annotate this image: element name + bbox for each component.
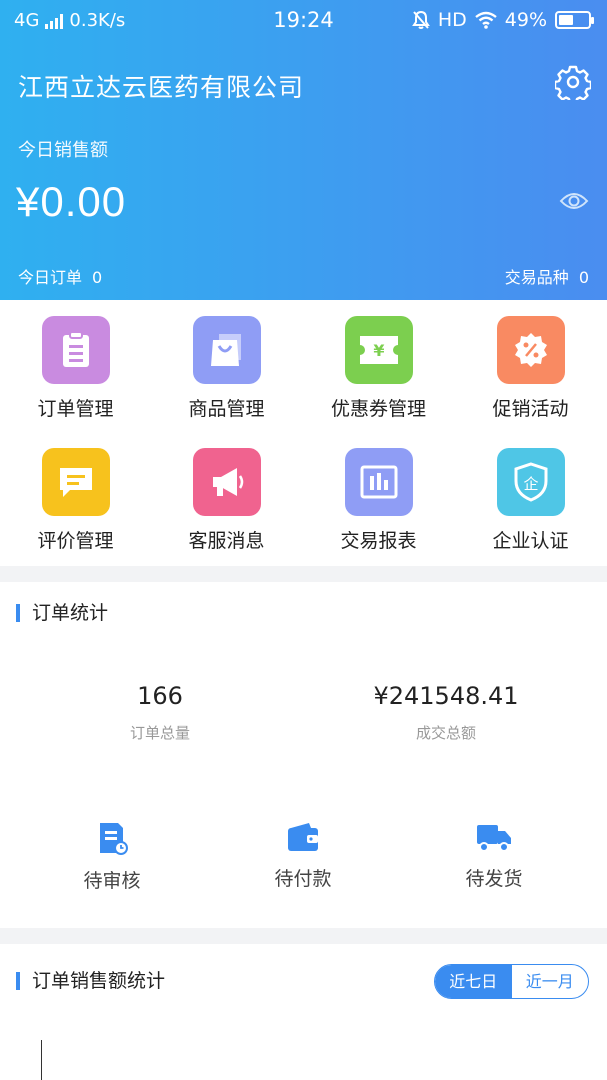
comment-icon [41,448,110,516]
pending-payment[interactable]: 待付款 [223,820,383,891]
company-name: 江西立达云医药有限公司 [18,73,305,102]
wifi-icon [475,11,497,29]
pending-shipment[interactable]: 待发货 [414,820,574,891]
total-amount: ¥241548.41 成交总额 [321,682,571,743]
menu-label: 企业认证 [492,530,569,552]
megaphone-icon [192,448,261,516]
total-orders-label: 订单总量 [129,724,190,742]
report-chart-icon [344,448,413,516]
total-orders: 166 订单总量 [35,682,285,743]
order-stats-title: 订单统计 [16,604,108,623]
today-orders-label: 今日订单 [18,268,83,287]
menu-label: 商品管理 [188,398,265,420]
menu-promotions[interactable]: 促销活动 [455,316,606,421]
menu-product-management[interactable]: 商品管理 [151,316,302,421]
sales-stats-card: 订单销售额统计 近七日 近一月 [0,944,607,1080]
menu-label: 优惠券管理 [330,398,426,420]
pending-review-label: 待审核 [83,870,141,892]
status-bar: 4G 0.3K/s 19:24 HD 49% [0,0,607,42]
svg-text:企: 企 [523,475,538,493]
menu-label: 客服消息 [188,530,265,552]
menu-label: 交易报表 [340,530,417,552]
function-grid: 订单管理 商品管理 ¥ 优惠券管理 促销活动 评价管理 客服消息 交易报表 企 … [0,300,607,566]
today-orders-value: 0 [92,268,103,287]
total-orders-value: 166 [137,682,183,710]
shopping-bag-icon [192,316,261,384]
trade-kinds: 交易品种 0 [505,264,589,288]
battery-icon [555,11,594,29]
pending-review[interactable]: 待审核 [32,820,192,893]
header-banner: 4G 0.3K/s 19:24 HD 49% 江西立达云医药有限公司 今日销售额… [0,0,607,300]
today-sales-value: ¥0.00 [16,178,127,225]
status-right: HD 49% [411,9,594,31]
menu-coupon-management[interactable]: ¥ 优惠券管理 [303,316,454,421]
menu-customer-service[interactable]: 客服消息 [151,448,302,553]
total-amount-label: 成交总额 [415,724,476,742]
tab-last-month[interactable]: 近一月 [512,965,589,998]
coupon-icon: ¥ [344,316,413,384]
clipboard-icon [41,316,110,384]
menu-label: 评价管理 [37,530,114,552]
mute-bell-icon [411,10,430,29]
today-orders: 今日订单 0 [18,264,102,288]
sales-stats-title: 订单销售额统计 [16,972,165,991]
menu-order-management[interactable]: 订单管理 [0,316,151,421]
hd-label: HD [437,9,467,31]
eye-icon[interactable] [559,190,589,212]
gear-icon[interactable] [555,64,591,100]
shield-certified-icon: 企 [496,448,565,516]
trade-kinds-label: 交易品种 [504,268,569,287]
pending-shipment-label: 待发货 [465,868,523,890]
today-sales-label: 今日销售额 [18,140,108,161]
chart-axis-line [41,1040,42,1080]
pending-payment-label: 待付款 [274,868,332,890]
menu-label: 订单管理 [37,398,114,420]
period-toggle: 近七日 近一月 [434,964,589,999]
menu-trade-report[interactable]: 交易报表 [303,448,454,553]
tab-last-7-days[interactable]: 近七日 [435,965,512,998]
menu-enterprise-certification[interactable]: 企 企业认证 [455,448,606,553]
menu-review-management[interactable]: 评价管理 [0,448,151,553]
discount-badge-icon [496,316,565,384]
battery-percent: 49% [504,9,547,31]
svg-text:¥: ¥ [373,341,384,360]
truck-icon [477,825,511,852]
trade-kinds-value: 0 [578,268,589,287]
menu-label: 促销活动 [492,398,569,420]
order-stats-card: 订单统计 166 订单总量 ¥241548.41 成交总额 待审核 待付款 待发… [0,582,607,928]
total-amount-value: ¥241548.41 [373,682,519,710]
review-doc-icon [100,823,128,855]
wallet-icon [288,823,318,851]
